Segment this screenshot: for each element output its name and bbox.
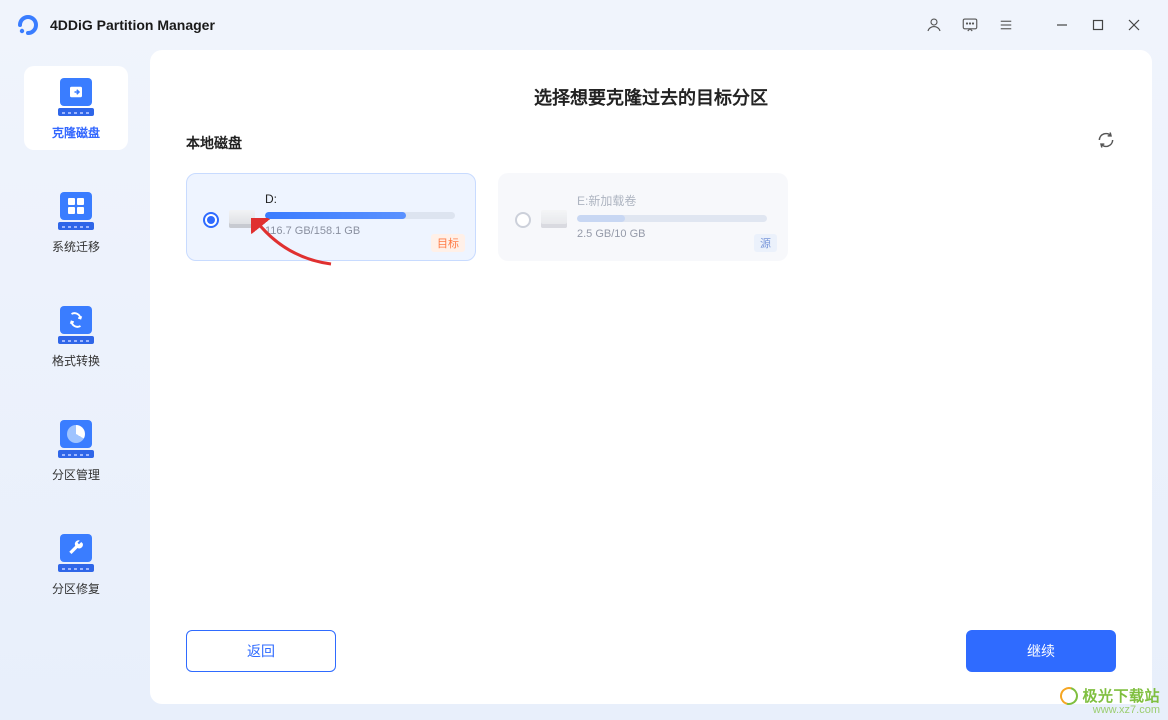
sidebar-item-clone-disk[interactable]: 克隆磁盘: [24, 66, 128, 150]
disk-card-target[interactable]: D: 116.7 GB/158.1 GB 目标: [186, 173, 476, 261]
partition-manage-icon: [56, 418, 96, 458]
sidebar-item-label: 分区修复: [52, 580, 100, 597]
radio-selected-icon[interactable]: [203, 212, 219, 228]
disk-info: D: 116.7 GB/158.1 GB: [265, 188, 459, 237]
sidebar-item-partition-manage[interactable]: 分区管理: [24, 408, 128, 492]
format-convert-icon: [56, 304, 96, 344]
sidebar-item-format-convert[interactable]: 格式转换: [24, 294, 128, 378]
disk-name: E:新加载卷: [577, 192, 771, 209]
continue-button[interactable]: 继续: [966, 630, 1116, 672]
partition-repair-icon: [56, 532, 96, 572]
maximize-button[interactable]: [1080, 11, 1116, 39]
app-title: 4DDiG Partition Manager: [50, 17, 215, 33]
app-logo-icon: [16, 13, 40, 37]
feedback-icon[interactable]: [956, 11, 984, 39]
disk-name: D:: [265, 192, 459, 206]
sidebar-item-partition-repair[interactable]: 分区修复: [24, 522, 128, 606]
usage-bar: [265, 212, 455, 219]
disk-size: 116.7 GB/158.1 GB: [265, 225, 459, 237]
sidebar: 克隆磁盘 系统迁移 格式转换 分区管理: [16, 50, 136, 704]
source-badge: 源: [754, 234, 777, 252]
disk-thumb-icon: [229, 210, 255, 228]
disk-size: 2.5 GB/10 GB: [577, 228, 771, 240]
titlebar: 4DDiG Partition Manager: [0, 0, 1168, 50]
minimize-button[interactable]: [1044, 11, 1080, 39]
sidebar-item-label: 系统迁移: [52, 238, 100, 255]
close-button[interactable]: [1116, 11, 1152, 39]
disk-thumb-icon: [541, 210, 567, 228]
radio-unselected-icon[interactable]: [515, 212, 531, 228]
section-title: 本地磁盘: [186, 133, 242, 153]
main-panel: 选择想要克隆过去的目标分区 本地磁盘 D: 116.7 GB/158.1 GB …: [150, 50, 1152, 704]
usage-fill: [265, 212, 406, 219]
bottom-bar: 返回 继续: [150, 630, 1152, 704]
sidebar-item-label: 格式转换: [52, 352, 100, 369]
clone-disk-icon: [56, 76, 96, 116]
user-icon[interactable]: [920, 11, 948, 39]
disk-grid: D: 116.7 GB/158.1 GB 目标: [150, 173, 1152, 261]
sidebar-item-label: 分区管理: [52, 466, 100, 483]
app-body: 克隆磁盘 系统迁移 格式转换 分区管理: [0, 50, 1168, 720]
refresh-button[interactable]: [1096, 130, 1116, 155]
system-migrate-icon: [56, 190, 96, 230]
page-title: 选择想要克隆过去的目标分区: [150, 50, 1152, 130]
window-controls: [1044, 11, 1152, 39]
titlebar-right: [920, 11, 1152, 39]
disk-card-source[interactable]: E:新加载卷 2.5 GB/10 GB 源: [498, 173, 788, 261]
disk-info: E:新加载卷 2.5 GB/10 GB: [577, 188, 771, 240]
target-badge: 目标: [431, 234, 465, 252]
menu-icon[interactable]: [992, 11, 1020, 39]
back-button[interactable]: 返回: [186, 630, 336, 672]
section-title-row: 本地磁盘: [150, 130, 1152, 155]
usage-fill: [577, 215, 625, 222]
sidebar-item-system-migrate[interactable]: 系统迁移: [24, 180, 128, 264]
usage-bar: [577, 215, 767, 222]
sidebar-item-label: 克隆磁盘: [52, 124, 100, 141]
